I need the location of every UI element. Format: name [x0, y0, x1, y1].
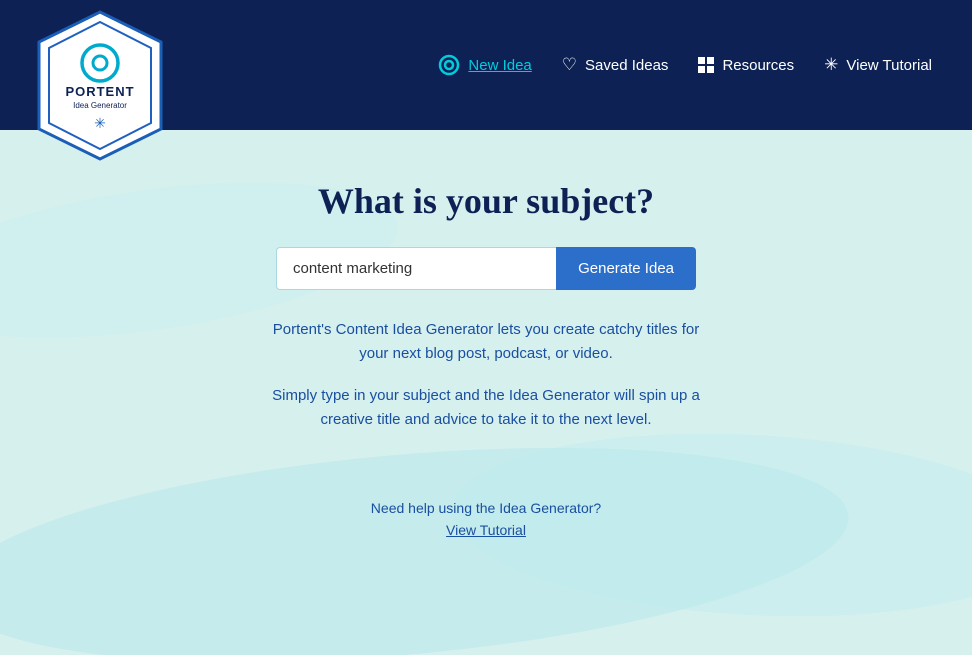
- circle-icon: [438, 54, 460, 76]
- nav-resources-label: Resources: [722, 57, 794, 74]
- nav-saved-ideas[interactable]: ♡ Saved Ideas: [562, 55, 669, 75]
- description-text-1: Portent's Content Idea Generator lets yo…: [266, 318, 706, 366]
- page-title: What is your subject?: [318, 180, 654, 222]
- svg-text:PORTENT: PORTENT: [65, 84, 134, 99]
- subject-input[interactable]: [276, 247, 556, 290]
- header: PORTENT Idea Generator ✳ New Idea ♡ Save: [0, 0, 972, 130]
- view-tutorial-link[interactable]: View Tutorial: [446, 522, 526, 538]
- svg-text:Idea Generator: Idea Generator: [73, 101, 127, 110]
- description-text-2: Simply type in your subject and the Idea…: [266, 384, 706, 432]
- main-content: What is your subject? Generate Idea Port…: [0, 130, 972, 655]
- nav-view-tutorial[interactable]: ✳ View Tutorial: [824, 55, 932, 75]
- nav-new-idea[interactable]: New Idea: [438, 54, 531, 76]
- search-form: Generate Idea: [276, 247, 696, 290]
- help-text: Need help using the Idea Generator?: [371, 500, 601, 516]
- nav-saved-ideas-label: Saved Ideas: [585, 57, 668, 74]
- navigation: New Idea ♡ Saved Ideas Resources ✳ View …: [438, 54, 942, 76]
- logo-hexagon-outer: PORTENT Idea Generator ✳: [35, 8, 165, 163]
- heart-icon: ♡: [562, 55, 577, 75]
- generate-button[interactable]: Generate Idea: [556, 247, 696, 290]
- nav-resources[interactable]: Resources: [698, 57, 794, 74]
- nav-new-idea-label: New Idea: [468, 57, 531, 74]
- sun-icon: ✳: [824, 55, 838, 75]
- grid-icon: [698, 57, 714, 73]
- logo: PORTENT Idea Generator ✳: [30, 0, 170, 175]
- svg-text:✳: ✳: [94, 115, 106, 131]
- description-block: Portent's Content Idea Generator lets yo…: [266, 318, 706, 450]
- help-block: Need help using the Idea Generator? View…: [371, 500, 601, 540]
- nav-view-tutorial-label: View Tutorial: [846, 57, 932, 74]
